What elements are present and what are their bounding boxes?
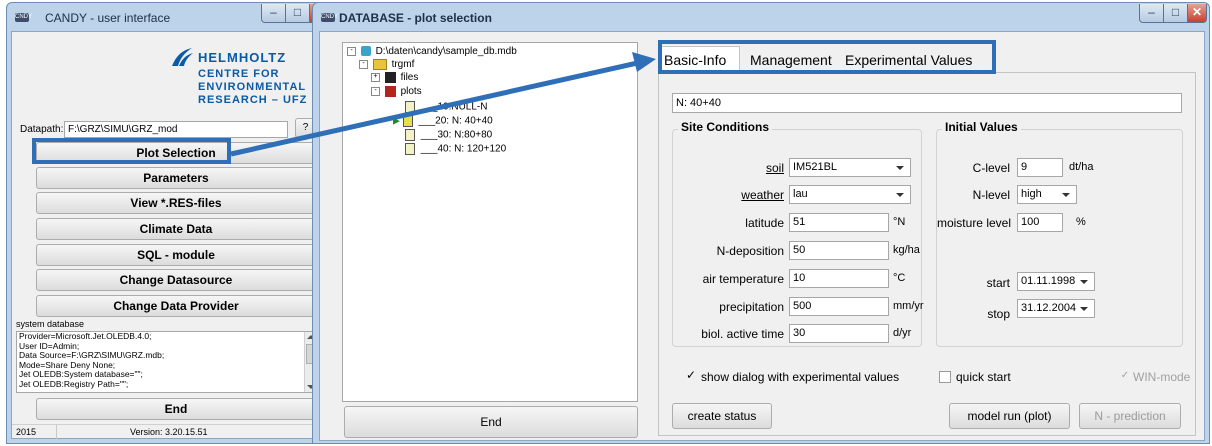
annotation-arrow-icon	[230, 52, 656, 157]
